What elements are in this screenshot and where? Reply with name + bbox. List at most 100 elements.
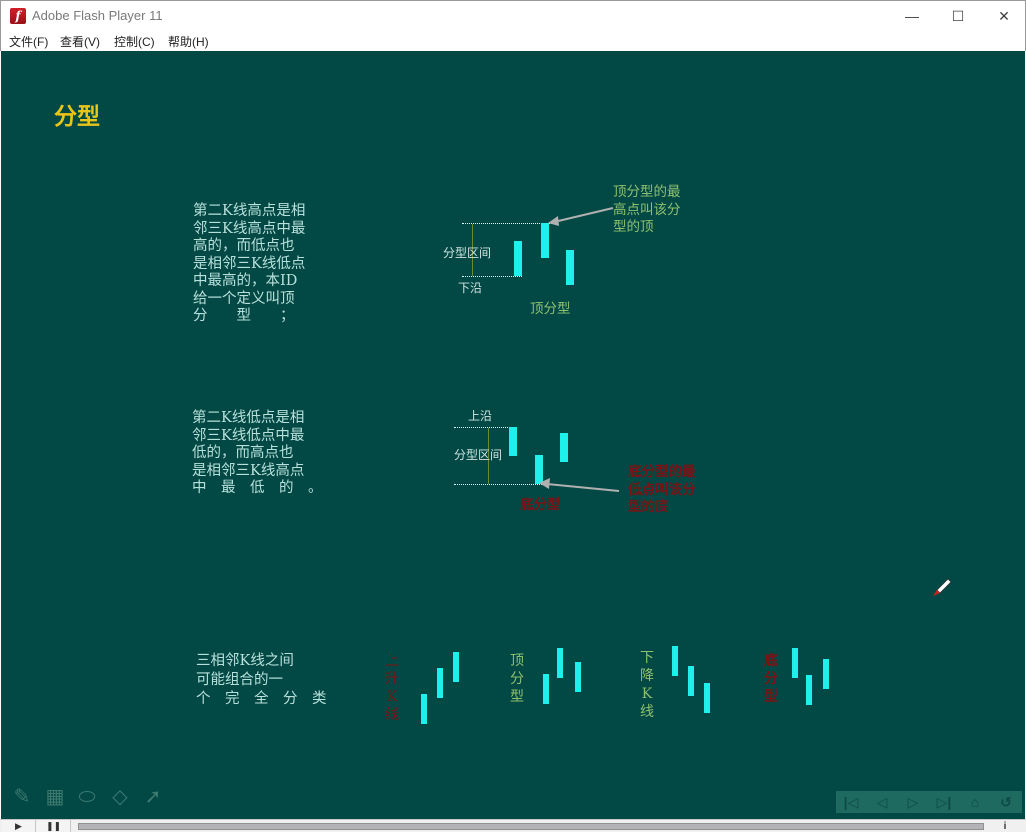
- lower-dotted-line: [454, 484, 544, 485]
- text-line: 是相邻三K线高点: [192, 462, 305, 479]
- play-button[interactable]: ▶: [2, 820, 36, 832]
- falling-k-line-label: 下 降 K 线: [639, 649, 655, 721]
- candle-bar: [543, 674, 549, 704]
- candle-bar: [566, 250, 574, 285]
- text-line: 低的，而高点也: [192, 445, 294, 461]
- top-range-label: 分型区间: [443, 246, 492, 260]
- bottom-fractal-caption: 底分型: [520, 497, 561, 513]
- pointer-arrow-icon: [548, 207, 614, 226]
- title-bar: f Adobe Flash Player 11 — ☐ ✕: [0, 0, 1026, 30]
- text-char: 型: [510, 689, 524, 705]
- text-char: 线: [640, 704, 654, 720]
- upper-edge-label: 上沿: [468, 409, 493, 423]
- menu-bar: 文件(F) 查看(V) 控制(C) 帮助(H): [0, 30, 1026, 51]
- text-char: 升: [385, 671, 399, 687]
- top-fractal-group-label: 顶 分 型: [509, 652, 525, 706]
- text-char: 下: [640, 650, 654, 666]
- candle-bar: [437, 668, 443, 698]
- classification-description: 三相邻K线之间 可能组合的一 个 完 全 分 类: [196, 652, 327, 709]
- text-line: 第二K线高点是相: [193, 203, 306, 219]
- highlighter-icon[interactable]: ⬭: [74, 784, 100, 810]
- progress-bar[interactable]: [78, 823, 984, 830]
- whiteboard-icon[interactable]: ▦: [42, 784, 68, 810]
- text-char: 底: [764, 653, 778, 669]
- text-line: 顶分型的最: [613, 184, 681, 200]
- text-char: 线: [385, 707, 399, 723]
- text-line: 低点叫该分: [628, 481, 696, 498]
- text-line: 型的顶: [613, 219, 654, 235]
- pause-button[interactable]: ❚❚: [37, 820, 71, 832]
- candle-bar: [453, 652, 459, 682]
- rising-k-line-label: 上 升 K 线: [384, 652, 400, 724]
- first-slide-icon[interactable]: |◁: [836, 791, 866, 813]
- menu-view[interactable]: 查看(V): [60, 33, 100, 50]
- candle-bar: [509, 427, 517, 456]
- top-annotation: 顶分型的最 高点叫该分 型的顶: [613, 184, 681, 237]
- text-line: 个 完 全 分 类: [196, 691, 327, 707]
- eraser-icon[interactable]: ◇: [107, 784, 133, 810]
- flash-stage[interactable]: 分型 第二K线高点是相 邻三K线高点中最 高的，而低点也 是相邻三K线低点 中最…: [1, 51, 1025, 819]
- candle-bar: [421, 694, 427, 724]
- window-title: Adobe Flash Player 11: [32, 8, 163, 23]
- text-line: 中 最 低 的 。: [192, 480, 323, 496]
- home-icon[interactable]: ⌂: [960, 791, 990, 813]
- text-line: 中最高的，本ID: [193, 273, 298, 289]
- close-button[interactable]: ✕: [981, 1, 1026, 31]
- text-line: 给一个定义叫顶: [193, 290, 295, 307]
- candle-bar: [704, 683, 710, 713]
- text-char: 顶: [510, 653, 524, 669]
- bottom-fractal-group-label: 底 分 型: [763, 652, 779, 706]
- candle-bar: [557, 648, 563, 678]
- text-line: 高点叫该分: [613, 201, 681, 218]
- upper-dotted-line: [462, 223, 552, 224]
- minimize-button[interactable]: —: [889, 1, 935, 31]
- flash-icon: f: [10, 8, 26, 24]
- text-line: 三相邻K线之间: [196, 653, 294, 669]
- text-line: 邻三K线低点中最: [192, 427, 305, 444]
- pointer-icon[interactable]: ➚: [140, 784, 166, 810]
- candle-bar: [672, 646, 678, 676]
- candle-bar: [688, 666, 694, 696]
- pen-icon[interactable]: ✎: [9, 784, 35, 810]
- slide-navigation: |◁ ◁ ▷ ▷| ⌂ ↺: [836, 791, 1022, 813]
- text-line: 分 型 ；: [193, 308, 295, 324]
- upper-dotted-line: [454, 427, 514, 428]
- next-slide-icon[interactable]: ▷: [898, 791, 928, 813]
- candle-bar: [823, 659, 829, 689]
- return-icon[interactable]: ↺: [991, 791, 1021, 813]
- text-line: 高的，而低点也: [193, 238, 295, 254]
- menu-help[interactable]: 帮助(H): [168, 33, 209, 50]
- menu-control[interactable]: 控制(C): [114, 33, 155, 50]
- text-line: 型的底: [628, 499, 669, 515]
- candle-bar: [792, 648, 798, 678]
- text-char: 上: [385, 653, 399, 669]
- lower-edge-label: 下沿: [458, 281, 483, 295]
- text-line: 第二K线低点是相: [192, 410, 305, 426]
- text-line: 是相邻三K线低点: [193, 255, 306, 272]
- text-char: K: [641, 686, 653, 702]
- player-controls: ▶ ❚❚ i: [0, 819, 1026, 832]
- text-char: 分: [510, 671, 524, 687]
- maximize-button[interactable]: ☐: [935, 1, 981, 31]
- candle-bar: [575, 662, 581, 692]
- slide-title: 分型: [54, 103, 100, 129]
- pen-cursor-icon: [933, 578, 952, 596]
- menu-file[interactable]: 文件(F): [9, 33, 48, 50]
- text-line: 可能组合的一: [196, 672, 283, 688]
- text-char: K: [386, 689, 398, 705]
- bottom-annotation: 底分型的最 低点叫该分 型的底: [628, 464, 696, 517]
- bottom-range-label: 分型区间: [454, 448, 503, 462]
- pointer-arrow-icon: [539, 478, 620, 492]
- top-fractal-caption: 顶分型: [530, 301, 571, 317]
- candle-bar: [560, 433, 568, 462]
- lower-dotted-line: [462, 276, 522, 277]
- previous-slide-icon[interactable]: ◁: [867, 791, 897, 813]
- last-slide-icon[interactable]: ▷|: [929, 791, 959, 813]
- text-line: 底分型的最: [628, 464, 696, 480]
- candle-bar: [514, 241, 522, 276]
- text-char: 分: [764, 671, 778, 687]
- info-button[interactable]: i: [988, 820, 1022, 832]
- candle-bar: [806, 675, 812, 705]
- bottom-fractal-description: 第二K线低点是相 邻三K线低点中最 低的，而高点也 是相邻三K线高点 中 最 低…: [192, 410, 323, 498]
- text-char: 型: [764, 689, 778, 705]
